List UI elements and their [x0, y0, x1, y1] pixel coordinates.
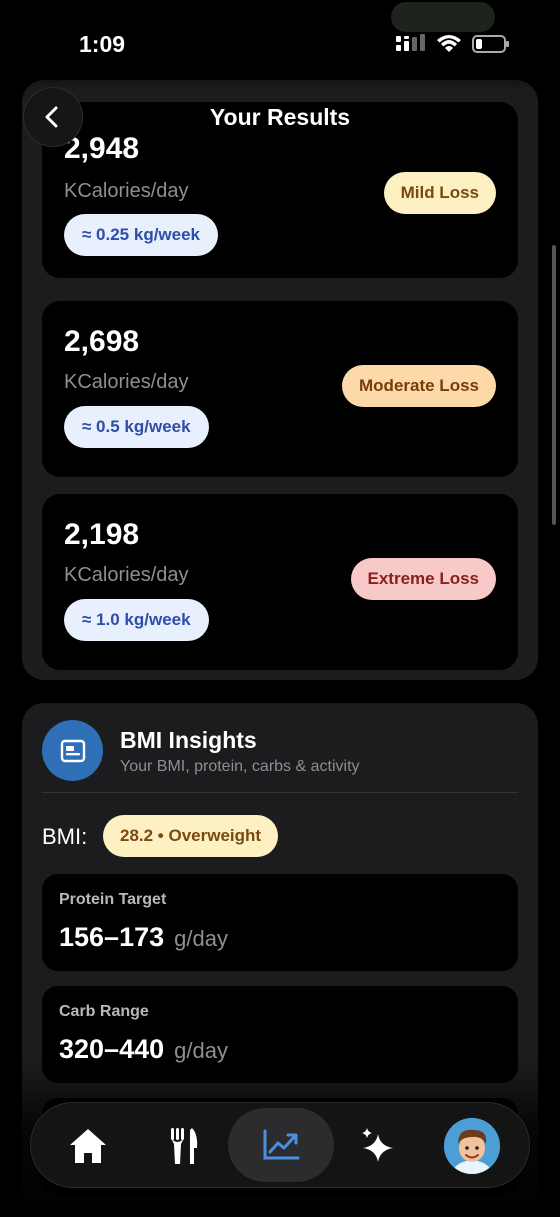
tab-profile[interactable] [429, 1103, 515, 1189]
avatar-icon [444, 1118, 500, 1174]
metric-value: 156–173 g/day [59, 922, 228, 953]
plan-rate-badge: ≈ 0.5 kg/week [64, 406, 209, 448]
status-icons [396, 34, 510, 54]
metric-number: 156–173 [59, 922, 165, 952]
status-time: 1:09 [79, 31, 126, 57]
metric-label: Protein Target [59, 891, 167, 908]
plan-kcal: 2,198 [64, 518, 140, 551]
plan-unit: KCalories/day [64, 180, 189, 202]
wifi-icon [437, 35, 461, 52]
cellular-signal-icon [396, 34, 425, 51]
avatar [444, 1118, 500, 1174]
plan-kcal: 2,698 [64, 325, 140, 358]
plan-loss-badge: Mild Loss [383, 172, 496, 214]
scrollbar[interactable] [552, 245, 556, 525]
plan-loss-badge: Moderate Loss [342, 365, 496, 407]
header: Your Results [0, 87, 560, 147]
tab-bar [30, 1102, 530, 1188]
sparkles-icon [362, 1128, 393, 1162]
id-card-icon [60, 739, 85, 762]
metric-unit: g/day [174, 926, 228, 951]
divider [42, 792, 518, 793]
plan-loss-badge: Extreme Loss [350, 558, 496, 600]
bmi-icon-badge [42, 720, 103, 781]
plan-rate-badge: ≈ 1.0 kg/week [64, 599, 209, 641]
plan-rate-badge: ≈ 0.25 kg/week [64, 214, 219, 256]
metric-label: Carb Range [59, 1003, 149, 1020]
home-icon [70, 1129, 106, 1163]
bmi-label: BMI: [42, 824, 88, 849]
bmi-title: BMI Insights [120, 727, 257, 753]
tab-meals[interactable] [141, 1103, 227, 1189]
plan-card-moderate[interactable]: 2,698 KCalories/day ≈ 0.5 kg/week Modera… [42, 301, 518, 477]
status-bar: 1:09 [0, 0, 560, 90]
tab-home[interactable] [45, 1103, 131, 1189]
protein-target-card: Protein Target 156–173 g/day [42, 874, 518, 971]
fork-knife-icon [171, 1128, 198, 1164]
scrolled-pill-ghost [391, 2, 495, 32]
page-title: Your Results [209, 104, 351, 130]
plan-unit: KCalories/day [64, 564, 189, 586]
bmi-subtitle: Your BMI, protein, carbs & activity [120, 758, 360, 775]
chart-trend-icon [263, 1129, 300, 1160]
battery-icon [472, 35, 509, 53]
bmi-value-badge: 28.2 • Overweight [103, 815, 279, 857]
plan-card-extreme[interactable]: 2,198 KCalories/day ≈ 1.0 kg/week Extrem… [42, 494, 518, 670]
tab-progress[interactable] [228, 1108, 334, 1182]
tab-ai[interactable] [335, 1103, 421, 1189]
plan-unit: KCalories/day [64, 371, 189, 393]
